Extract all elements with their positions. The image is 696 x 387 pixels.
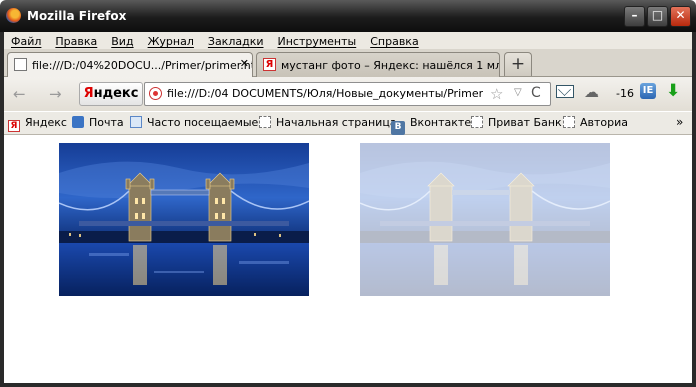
maximize-button[interactable]: □ (647, 6, 668, 27)
close-window-button[interactable]: ✕ (670, 6, 691, 27)
menu-edit[interactable]: Правка (48, 32, 104, 49)
bookmark-vkontakte[interactable]: B Вконтакте (391, 116, 471, 135)
new-tab-button[interactable]: + (504, 52, 532, 76)
mail-icon (72, 116, 84, 128)
page-icon (259, 116, 271, 128)
menu-file[interactable]: Файл (4, 32, 48, 49)
url-bar[interactable]: ☆ ▽ C (144, 82, 551, 106)
menu-view[interactable]: Вид (104, 32, 140, 49)
window-titlebar: Mozilla Firefox – □ ✕ (0, 0, 696, 32)
menu-help[interactable]: Справка (363, 32, 425, 49)
forward-button[interactable]: → (49, 85, 62, 103)
tower-bridge-image-faded (360, 143, 610, 296)
yandex-icon: Я (8, 120, 20, 132)
menu-history[interactable]: Журнал (141, 32, 201, 49)
tower-bridge-photo-faded (360, 143, 610, 296)
site-identity-icon[interactable] (149, 87, 162, 100)
firefox-logo-icon (6, 8, 21, 23)
tab-primer[interactable]: file:///D:/04%20DOCU.../Primer/primer.ht… (7, 52, 253, 77)
yandex-letter: Я (83, 86, 94, 101)
back-button[interactable]: ← (13, 85, 26, 103)
page-content (4, 135, 692, 383)
window-frame-right (692, 32, 696, 387)
bookmark-privatbank[interactable]: Приват Банк (471, 116, 562, 129)
bookmark-most-visited[interactable]: Часто посещаемые (130, 116, 258, 129)
bookmark-label: Начальная страница (276, 116, 397, 129)
close-icon: ✕ (675, 8, 686, 22)
vk-icon: B (391, 121, 405, 135)
mail-icon[interactable] (556, 85, 574, 98)
minimize-button[interactable]: – (624, 6, 645, 27)
yandex-icon: Я (263, 58, 276, 71)
tab-label: мустанг фото – Яндекс: нашёлся 1 млн... (281, 59, 500, 72)
bookmark-autoria[interactable]: Авториа (563, 116, 628, 129)
page-icon (471, 116, 483, 128)
bookmark-yandex[interactable]: Я Яндекс (8, 116, 67, 132)
close-tab-icon[interactable]: ✕ (240, 57, 249, 70)
bookmark-label: Почта (89, 116, 124, 129)
history-dropdown-icon[interactable]: ▽ (514, 87, 522, 98)
download-icon[interactable]: ⬇ (666, 81, 680, 101)
menu-bookmarks[interactable]: Закладки (201, 32, 271, 49)
bookmark-label: Часто посещаемые (147, 116, 259, 129)
bookmarks-overflow-icon[interactable]: » (676, 115, 683, 129)
page-icon (14, 58, 27, 71)
menu-tools[interactable]: Инструменты (271, 32, 364, 49)
window-title: Mozilla Firefox (27, 9, 127, 23)
tower-bridge-photo (59, 143, 309, 296)
navigation-toolbar: ← → Яндекс ☆ ▽ C ☁ -16 IE ⬇ (4, 77, 692, 111)
tab-yandex-search[interactable]: Я мустанг фото – Яндекс: нашёлся 1 млн..… (256, 52, 500, 77)
bookmark-mail[interactable]: Почта (72, 116, 124, 129)
yandex-rest: ндекс (93, 86, 139, 101)
tab-strip: file:///D:/04%20DOCU.../Primer/primer.ht… (4, 49, 692, 77)
reload-icon[interactable]: C (531, 85, 541, 101)
menu-bar: Файл Правка Вид Журнал Закладки Инструме… (4, 32, 692, 49)
maximize-icon: □ (651, 8, 664, 22)
weather-temperature[interactable]: -16 (616, 87, 634, 100)
window-frame-bottom (0, 383, 696, 387)
bookmark-label: Вконтакте (410, 116, 472, 129)
weather-icon[interactable]: ☁ (584, 83, 599, 101)
frequent-icon (130, 116, 142, 128)
bookmark-start-page[interactable]: Начальная страница (259, 116, 397, 129)
bookmark-label: Приват Банк (488, 116, 562, 129)
tab-label: file:///D:/04%20DOCU.../Primer/primer.ht… (32, 59, 253, 72)
addon-icon[interactable]: IE (640, 83, 656, 99)
tower-bridge-image (59, 143, 309, 296)
minimize-icon: – (631, 8, 638, 22)
page-icon (563, 116, 575, 128)
yandex-button[interactable]: Яндекс (79, 82, 143, 106)
bookmark-label: Яндекс (25, 116, 67, 129)
url-input[interactable] (167, 85, 483, 101)
bookmark-star-icon[interactable]: ☆ (490, 85, 503, 103)
bookmarks-toolbar: Я Яндекс Почта Часто посещаемые Начальная… (4, 112, 692, 135)
bookmark-label: Авториа (580, 116, 629, 129)
